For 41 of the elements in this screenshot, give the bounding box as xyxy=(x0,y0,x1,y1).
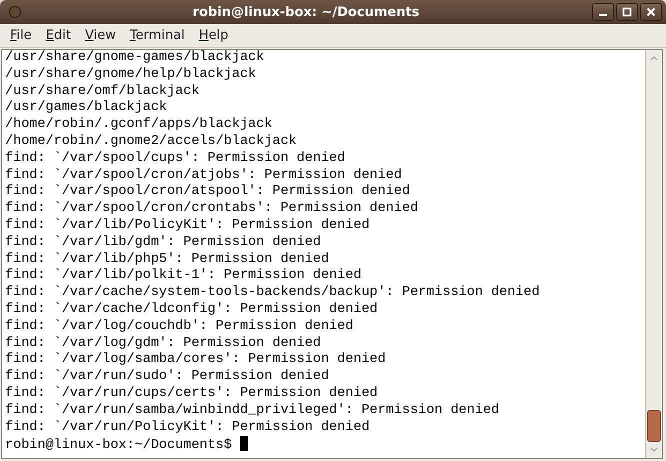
shell-prompt: robin@linux-box:~/Documents$ xyxy=(5,438,232,454)
terminal-output-line: find: `/var/log/gdm': Permission denied xyxy=(5,336,322,352)
terminal-output-line: find: `/var/spool/cron/atjobs': Permission denied xyxy=(5,168,403,184)
terminal-output-line: /usr/share/gnome/help/blackjack xyxy=(5,66,258,84)
terminal-output-line: find: `/var/run/sudo': Permission denied xyxy=(5,369,330,386)
window-title: robin@linux-box: ~/Documents xyxy=(192,4,420,20)
terminal-output-line: /home/robin/.gconf/apps/blackjack xyxy=(5,117,274,134)
minimize-button[interactable] xyxy=(592,3,614,21)
terminal-output-line: /usr/share/omf/blackjack xyxy=(5,84,200,100)
terminal-output-line: find: `/var/cache/system-tools-backends/backup': Permission denied xyxy=(5,285,541,302)
maximize-icon xyxy=(622,7,632,17)
terminal-output-line: /usr/share/gnome-games/blackjack xyxy=(5,50,266,67)
menu-item[interactable]: Edit xyxy=(40,26,77,45)
terminal-output-line: find: `/var/run/cups/certs': Permission denied xyxy=(5,386,379,403)
minimize-icon xyxy=(599,14,607,16)
close-button[interactable] xyxy=(640,3,662,21)
terminal-output-line: /home/robin/.gnome2/accels/blackjack xyxy=(5,134,298,151)
menu-item[interactable]: Terminal xyxy=(124,26,191,45)
menu-item[interactable]: File xyxy=(4,26,38,45)
menu-item[interactable]: View xyxy=(78,26,122,45)
terminal-output-line: find: `/var/run/samba/winbindd_privileged': Permission denied xyxy=(5,402,500,420)
terminal-output-line: find: `/var/lib/php5': Permission denied xyxy=(5,252,330,268)
window-menu-icon[interactable] xyxy=(8,5,22,19)
terminal-output-line: find: `/var/spool/cron/crontabs': Permission denied xyxy=(5,201,420,218)
menu-item[interactable]: Help xyxy=(192,26,234,45)
terminal-output-line: find: `/var/lib/polkit-1': Permission denied xyxy=(5,268,362,285)
close-icon xyxy=(646,7,656,17)
terminal-output-line: find: `/var/log/samba/cores': Permission denied xyxy=(5,352,387,369)
terminal-output-line: find: `/var/spool/cups': Permission denied xyxy=(5,150,346,168)
scrollbar-thumb[interactable] xyxy=(647,410,661,442)
terminal-output-line: find: `/var/spool/cron/atspool': Permission denied xyxy=(5,184,412,201)
terminal-output-line: find: `/var/lib/PolicyKit': Permission denied xyxy=(5,218,371,235)
terminal-output-line: find: `/var/run/PolicyKit': Permission denied xyxy=(5,420,371,436)
chevron-down-icon xyxy=(650,447,658,453)
terminal-output-line: find: `/var/cache/ldconfig': Permission denied xyxy=(5,302,379,319)
chevron-up-icon xyxy=(650,55,658,61)
terminal-output-line: find: `/var/log/couchdb': Permission denied xyxy=(5,318,354,336)
terminal-output-line: /usr/games/blackjack xyxy=(5,100,168,117)
maximize-button[interactable] xyxy=(616,3,638,21)
terminal-output-line: find: `/var/lib/gdm': Permission denied xyxy=(5,234,322,252)
text-cursor xyxy=(240,436,248,452)
